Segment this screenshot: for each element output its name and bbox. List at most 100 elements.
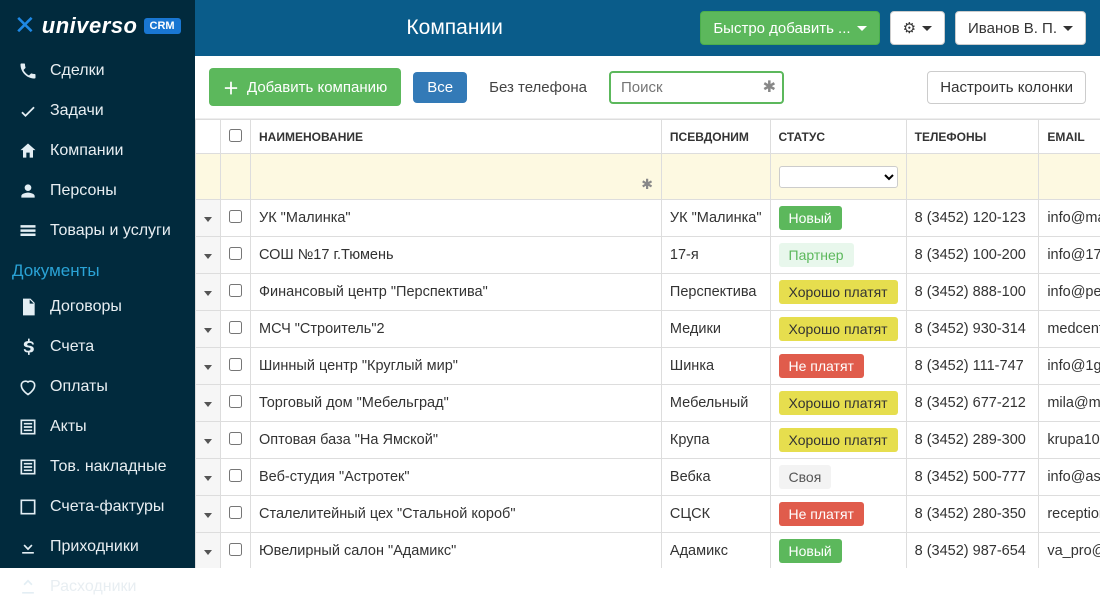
cell-alias: Медики [661, 311, 770, 348]
sidebar-item-label: Компании [50, 142, 124, 160]
row-expand-button[interactable] [196, 274, 221, 311]
cell-email: info@1gmail.com [1039, 348, 1100, 385]
clear-filter-icon[interactable]: ✱ [641, 176, 653, 193]
col-phones[interactable]: ТЕЛЕФОНЫ [906, 120, 1039, 154]
sidebar: ✕ universo CRM Сделки Задачи Компании Пе… [0, 0, 195, 568]
sidebar-item-label: Договоры [50, 298, 122, 316]
chevron-down-icon [204, 550, 212, 555]
sidebar-item-main-3[interactable]: Персоны [0, 171, 195, 211]
row-expand-button[interactable] [196, 200, 221, 237]
filter-email-input[interactable] [1047, 170, 1100, 185]
configure-columns-button[interactable]: Настроить колонки [927, 71, 1086, 104]
select-all-checkbox[interactable] [229, 129, 242, 142]
cell-name[interactable]: Сталелитейный цех "Стальной короб" [251, 496, 662, 533]
sidebar-item-docs-4[interactable]: Тов. накладные [0, 447, 195, 487]
sidebar-section-documents: Документы [0, 251, 195, 287]
row-checkbox[interactable] [229, 284, 242, 297]
row-expand-button[interactable] [196, 422, 221, 459]
search-input[interactable] [609, 71, 784, 104]
row-expand-button[interactable] [196, 385, 221, 422]
sidebar-item-label: Акты [50, 418, 87, 436]
filter-phone-input[interactable] [915, 170, 1031, 185]
filter-status-select[interactable] [779, 166, 898, 188]
sidebar-item-main-0[interactable]: Сделки [0, 51, 195, 91]
row-expand-button[interactable] [196, 311, 221, 348]
col-name[interactable]: НАИМЕНОВАНИЕ [251, 120, 662, 154]
cell-name[interactable]: Финансовый центр "Перспектива" [251, 274, 662, 311]
cell-name[interactable]: Торговый дом "Мебельград" [251, 385, 662, 422]
row-checkbox[interactable] [229, 247, 242, 260]
cell-email: medcentr@yandex.com [1039, 311, 1100, 348]
check-icon [16, 101, 40, 121]
lines-icon [16, 417, 40, 437]
cell-status: Хорошо платят [770, 274, 906, 311]
status-badge: Не платят [779, 354, 864, 378]
status-badge: Партнер [779, 243, 854, 267]
sidebar-item-main-2[interactable]: Компании [0, 131, 195, 171]
table-row: Торговый дом "Мебельград" Мебельный Хоро… [196, 385, 1100, 422]
sidebar-item-docs-2[interactable]: Оплаты [0, 367, 195, 407]
row-checkbox[interactable] [229, 395, 242, 408]
cell-email: info@17school72.ru [1039, 237, 1100, 274]
toolbar: ＋ Добавить компанию Все Без телефона ✱ Н… [195, 56, 1100, 119]
quick-add-button[interactable]: Быстро добавить ... [700, 11, 879, 45]
col-alias[interactable]: ПСЕВДОНИМ [661, 120, 770, 154]
settings-button[interactable]: ⚙ [890, 11, 945, 45]
sidebar-item-docs-1[interactable]: Счета [0, 327, 195, 367]
plus-icon: ＋ [223, 75, 239, 99]
cell-phone: 8 (3452) 280-350 [906, 496, 1039, 533]
sidebar-item-docs-7[interactable]: Расходники [0, 567, 195, 607]
clear-search-icon[interactable]: ✱ [763, 77, 776, 97]
col-email[interactable]: EMAIL [1039, 120, 1100, 154]
row-checkbox[interactable] [229, 506, 242, 519]
row-checkbox[interactable] [229, 543, 242, 556]
cell-phone: 8 (3452) 677-212 [906, 385, 1039, 422]
row-checkbox[interactable] [229, 432, 242, 445]
row-checkbox[interactable] [229, 321, 242, 334]
chevron-down-icon [204, 291, 212, 296]
table-row: Оптовая база "На Ямской" Крупа Хорошо пл… [196, 422, 1100, 459]
cell-name[interactable]: Ювелирный салон "Адамикс" [251, 533, 662, 569]
list-icon [16, 221, 40, 241]
status-badge: Хорошо платят [779, 317, 898, 341]
logo[interactable]: ✕ universo CRM [0, 0, 195, 51]
sidebar-item-docs-0[interactable]: Договоры [0, 287, 195, 327]
row-expand-button[interactable] [196, 533, 221, 569]
col-select-all [221, 120, 251, 154]
square-icon [16, 497, 40, 517]
filter-name-input[interactable] [259, 161, 653, 176]
filter-no-phone-button[interactable]: Без телефона [479, 72, 597, 103]
sidebar-item-docs-6[interactable]: Приходники [0, 527, 195, 567]
add-company-button[interactable]: ＋ Добавить компанию [209, 68, 401, 106]
chevron-down-icon [204, 439, 212, 444]
chevron-down-icon [204, 328, 212, 333]
row-checkbox[interactable] [229, 469, 242, 482]
row-checkbox[interactable] [229, 358, 242, 371]
user-menu-button[interactable]: Иванов В. П. [955, 11, 1086, 45]
row-checkbox[interactable] [229, 210, 242, 223]
cell-email: mila@mail1.ru [1039, 385, 1100, 422]
filter-all-button[interactable]: Все [413, 72, 467, 103]
row-expand-button[interactable] [196, 237, 221, 274]
sidebar-item-main-1[interactable]: Задачи [0, 91, 195, 131]
cell-name[interactable]: УК "Малинка" [251, 200, 662, 237]
companies-table-wrap: НАИМЕНОВАНИЕ ПСЕВДОНИМ СТАТУС ТЕЛЕФОНЫ E… [195, 119, 1100, 568]
cell-email: krupa100@mail.org [1039, 422, 1100, 459]
cell-status: Не платят [770, 496, 906, 533]
status-badge: Своя [779, 465, 832, 489]
cell-name[interactable]: МСЧ "Строитель"2 [251, 311, 662, 348]
sidebar-item-docs-5[interactable]: Счета-фактуры [0, 487, 195, 527]
col-status[interactable]: СТАТУС [770, 120, 906, 154]
chevron-down-icon [857, 26, 867, 31]
cell-name[interactable]: СОШ №17 г.Тюмень [251, 237, 662, 274]
cell-name[interactable]: Оптовая база "На Ямской" [251, 422, 662, 459]
sidebar-item-main-4[interactable]: Товары и услуги [0, 211, 195, 251]
row-expand-button[interactable] [196, 348, 221, 385]
cell-name[interactable]: Шинный центр "Круглый мир" [251, 348, 662, 385]
logo-badge: CRM [144, 18, 181, 34]
filter-alias-input[interactable] [670, 170, 762, 185]
sidebar-item-docs-3[interactable]: Акты [0, 407, 195, 447]
row-expand-button[interactable] [196, 496, 221, 533]
cell-name[interactable]: Веб-студия "Астротек" [251, 459, 662, 496]
row-expand-button[interactable] [196, 459, 221, 496]
